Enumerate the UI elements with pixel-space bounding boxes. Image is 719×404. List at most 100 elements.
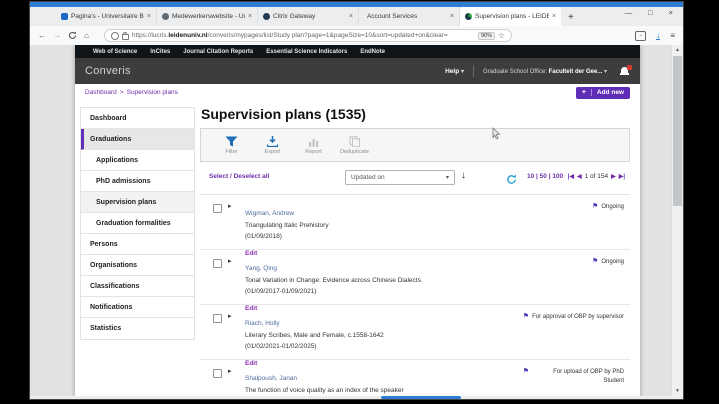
person-link[interactable]: Yang, Qing [245, 265, 277, 272]
reload-icon[interactable] [68, 31, 77, 40]
breadcrumb: Dashboard>Supervision plans [85, 89, 178, 96]
sort-direction-button[interactable]: ↓ [461, 170, 466, 181]
previous-page-button[interactable]: ◀ [577, 173, 582, 180]
sidebar-item-statistics[interactable]: Statistics [81, 318, 194, 339]
sidebar-item-notifications[interactable]: Notifications [81, 297, 194, 318]
page-size-options[interactable]: 10 | 50 | 100 [527, 173, 563, 180]
link-endnote[interactable]: EndNote [360, 49, 385, 55]
tab-close-icon[interactable]: × [450, 13, 454, 20]
tab-close-icon[interactable]: × [248, 13, 252, 20]
hamburger-menu-icon[interactable]: ≡ [670, 31, 675, 40]
plan-title: Triangulating Italic Prehistory [245, 222, 535, 231]
chevron-down-icon: ▾ [604, 69, 607, 75]
scroll-up-arrow-icon[interactable]: ▲ [672, 45, 683, 55]
tab-title: Pagina's - Universitaire Bibl [71, 13, 144, 20]
report-button-disabled: Report [293, 136, 334, 155]
sort-field-dropdown[interactable]: Updated on ▾ [345, 170, 455, 185]
row-checkbox[interactable] [213, 204, 222, 213]
expand-row-icon[interactable]: ▸ [228, 202, 232, 210]
home-button[interactable]: ⌂ [84, 32, 89, 40]
tab-citrix[interactable]: Citrix Gateway × [258, 7, 359, 26]
sidebar-item-supervision-plans[interactable]: Supervision plans [81, 192, 194, 213]
maximize-button[interactable]: □ [648, 8, 653, 17]
row-checkbox[interactable] [213, 259, 222, 268]
sidebar-item-dashboard[interactable]: Dashboard [81, 108, 194, 129]
notifications-bell-icon[interactable] [620, 66, 630, 76]
row-checkbox[interactable] [213, 369, 222, 378]
refresh-button[interactable] [506, 172, 517, 190]
status-text: For approval of OBP by supervisor [532, 313, 624, 322]
tab-close-icon[interactable]: × [147, 13, 151, 20]
sidebar-item-organisations[interactable]: Organisations [81, 255, 194, 276]
filter-funnel-icon [225, 136, 238, 147]
converis-logo[interactable]: Converis [85, 65, 131, 77]
select-deselect-all-link[interactable]: Select / Deselect all [209, 173, 269, 180]
scroll-down-arrow-icon[interactable]: ▼ [672, 386, 683, 396]
sidebar-item-persons[interactable]: Persons [81, 234, 194, 255]
last-page-button[interactable]: ▶| [619, 173, 625, 180]
globe-favicon [162, 13, 169, 20]
link-web-of-science[interactable]: Web of Science [93, 49, 137, 55]
flag-icon: ⚑ [592, 258, 598, 265]
tab-supervision-plans[interactable]: Supervision plans - LEIDEN × [460, 7, 561, 26]
plan-title: The function of voice quality as an inde… [245, 387, 535, 396]
first-page-button[interactable]: |◀ [568, 173, 574, 180]
horizontal-scrollbar-thumb[interactable] [381, 396, 461, 399]
filter-button[interactable]: Filter [211, 136, 252, 155]
link-journal-citation-reports[interactable]: Journal Citation Reports [183, 49, 253, 55]
role-switcher[interactable]: Graduate School Office: Faculteit der Ge… [483, 68, 607, 75]
lock-icon[interactable] [122, 34, 129, 40]
sidebar-item-phd-admissions[interactable]: PhD admissions [81, 171, 194, 192]
page-indicator: 1 of 154 [585, 173, 609, 180]
url-field[interactable]: https://lucris.leidenuniv.nl/converis/my… [104, 29, 512, 42]
status-badge: ⚑ For upload of OBP by PhD Student [523, 368, 624, 386]
link-incites[interactable]: InCites [150, 49, 170, 55]
status-text: For upload of OBP by PhD Student [532, 368, 624, 386]
sidebar-item-graduations[interactable]: Graduations [81, 129, 194, 150]
minimize-button[interactable]: — [625, 8, 633, 17]
tab-close-icon[interactable]: × [552, 13, 556, 20]
export-button[interactable]: Export [252, 136, 293, 155]
expand-row-icon[interactable]: ▸ [228, 312, 232, 320]
expand-row-icon[interactable]: ▸ [228, 367, 232, 375]
next-page-button[interactable]: ▶ [611, 173, 616, 180]
tab-pagina[interactable]: Pagina's - Universitaire Bibl × [56, 7, 157, 26]
extensions-icon[interactable]: ⌄ [635, 31, 646, 41]
person-link[interactable]: Shalpoush, Janan [245, 375, 297, 382]
sidebar-item-applications[interactable]: Applications [81, 150, 194, 171]
forward-button[interactable]: → [53, 32, 61, 40]
export-download-icon [266, 136, 279, 147]
tab-title: Account Services [367, 13, 447, 20]
back-button[interactable]: ← [38, 32, 46, 40]
person-link[interactable]: Wigman, Andrew [245, 210, 294, 217]
bookmark-star-icon[interactable]: ☆ [498, 31, 505, 40]
help-menu[interactable]: Help ▾ [445, 68, 464, 75]
sidebar-item-classifications[interactable]: Classifications [81, 276, 194, 297]
url-text: https://lucris.leidenuniv.nl/converis/my… [132, 32, 475, 39]
add-new-button[interactable]: +Add new [576, 87, 630, 99]
breadcrumb-dashboard[interactable]: Dashboard [85, 89, 117, 96]
export-label: Export [265, 149, 281, 155]
list-controls-row: Select / Deselect all Updated on ▾ ↓ [200, 162, 630, 195]
scrollbar-thumb[interactable] [673, 56, 682, 206]
tracking-shield-icon[interactable] [111, 32, 119, 40]
tab-account-services[interactable]: Account Services × [359, 7, 460, 26]
vertical-scrollbar[interactable]: ▲ ▼ [671, 45, 683, 396]
row-checkbox[interactable] [213, 314, 222, 323]
plan-title: Literary Scribes, Male and Female, c.155… [245, 332, 535, 341]
zoom-level-badge[interactable]: 90% [478, 32, 495, 40]
tab-medewerkers[interactable]: Medewerkerswebsite - Univ × [157, 7, 258, 26]
tab-close-icon[interactable]: × [349, 13, 353, 20]
downloads-icon[interactable]: ↓ [656, 32, 660, 40]
close-window-button[interactable]: × [669, 8, 673, 17]
sidebar: Dashboard Graduations Applications PhD a… [75, 101, 195, 340]
sidebar-item-graduation-formalities[interactable]: Graduation formalities [81, 213, 194, 234]
status-text: Ongoing [601, 258, 624, 267]
new-tab-button[interactable]: + [568, 9, 574, 26]
link-essential-science-indicators[interactable]: Essential Science Indicators [266, 49, 347, 55]
status-badge: ⚑ Ongoing [592, 258, 624, 267]
person-link[interactable]: Riach, Holly [245, 320, 280, 327]
tab-title: Citrix Gateway [273, 13, 346, 20]
expand-row-icon[interactable]: ▸ [228, 257, 232, 265]
address-bar: ← → ⌂ https://lucris.leidenuniv.nl/conve… [30, 26, 683, 46]
